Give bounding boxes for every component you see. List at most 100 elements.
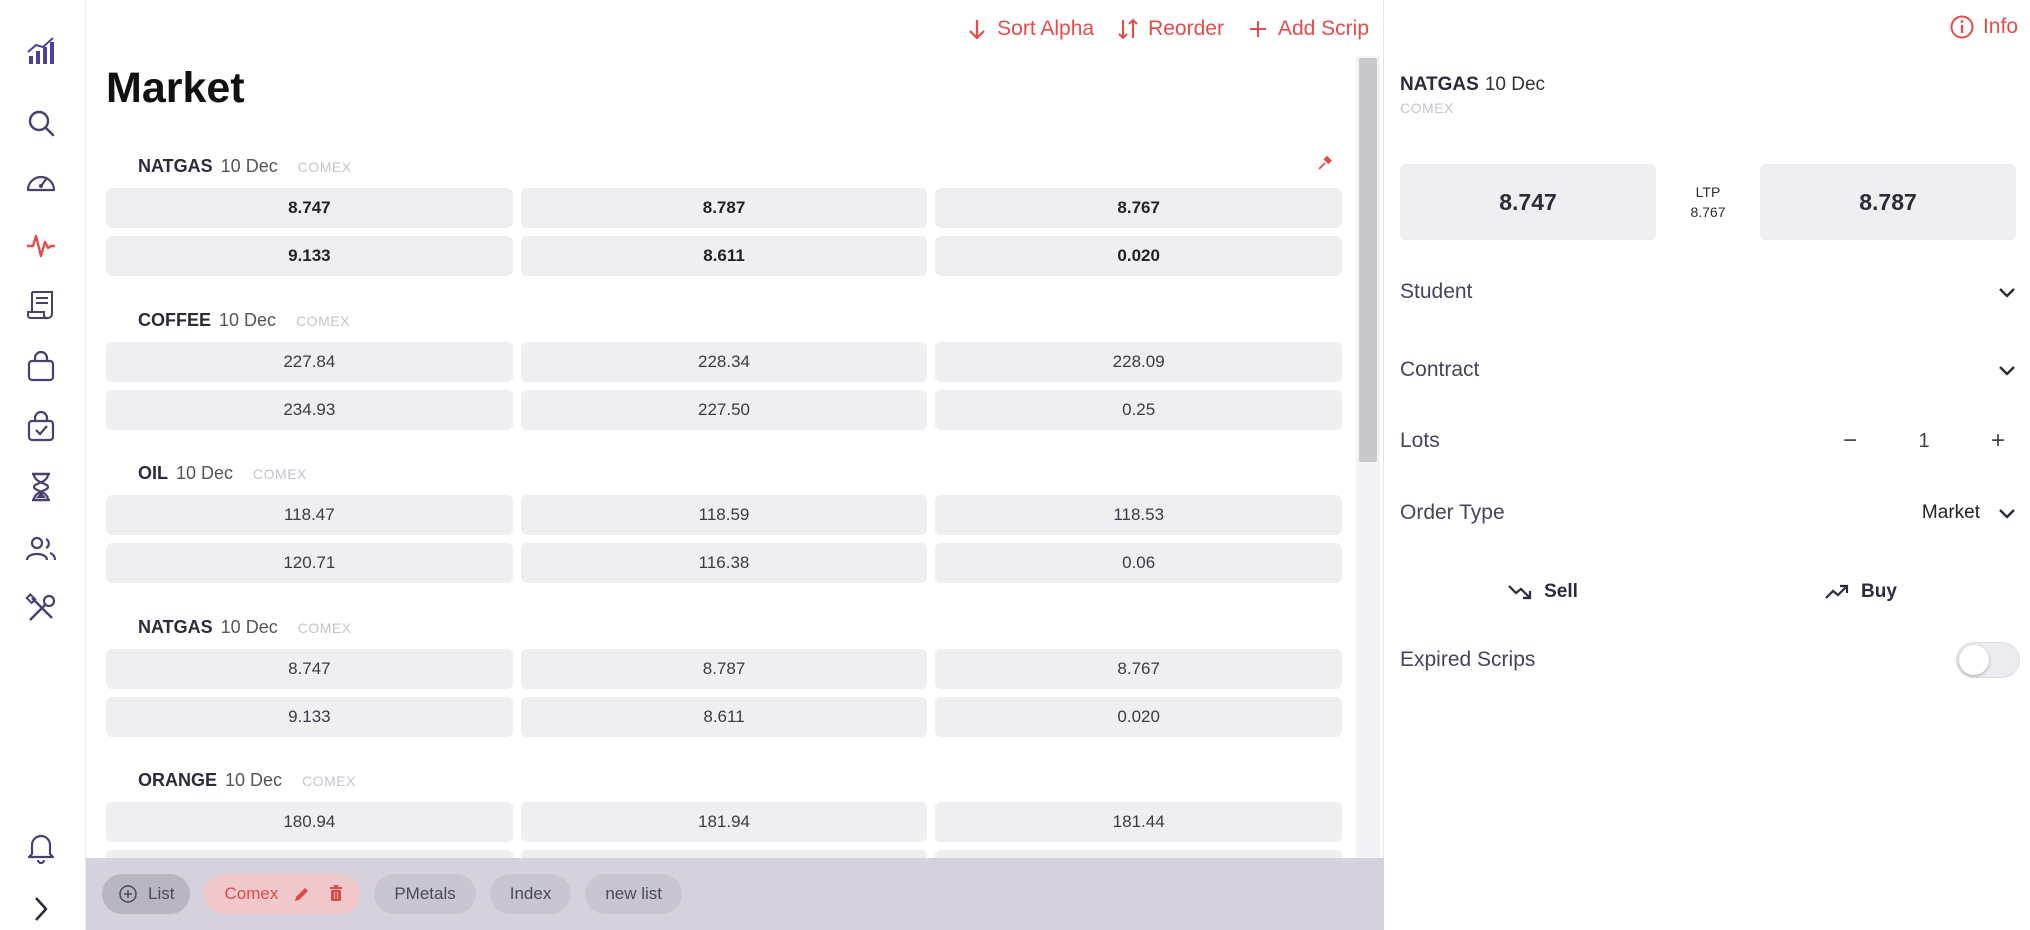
list-chip-comex[interactable]: Comex <box>204 874 361 914</box>
ltp-cell[interactable]: 228.09 <box>935 341 1342 382</box>
bell-icon <box>27 834 55 864</box>
ltp-cell[interactable]: 181.44 <box>935 802 1342 842</box>
activity-button[interactable] <box>18 222 64 268</box>
scrip-card[interactable]: OIL 10 Dec COMEX 118.47 118.59 118.53 12… <box>106 447 1342 601</box>
low-cell[interactable]: 8.611 <box>520 696 928 737</box>
change-cell[interactable]: 0.020 <box>935 236 1342 276</box>
chevron-down-icon[interactable] <box>1994 279 2020 305</box>
high-cell[interactable]: 234.93 <box>106 389 513 430</box>
expand-rail-button[interactable] <box>18 892 64 926</box>
add-list-label: List <box>148 884 175 903</box>
arrow-down-icon <box>969 20 985 40</box>
list-chip-new-list[interactable]: new list <box>585 874 683 914</box>
scrollbar-thumb[interactable] <box>1359 58 1377 462</box>
chevron-down-icon[interactable] <box>1994 357 2020 383</box>
ask-cell[interactable]: 118.59 <box>520 495 928 535</box>
pencil-icon[interactable] <box>292 884 312 904</box>
settings-button[interactable] <box>18 586 64 632</box>
search-icon <box>28 110 55 137</box>
trash-icon[interactable] <box>326 884 346 904</box>
ask-cell[interactable]: 181.94 <box>520 802 928 842</box>
low-cell[interactable]: 8.611 <box>520 236 928 276</box>
scrip-exchange: COMEX <box>297 619 352 636</box>
low-cell[interactable]: 227.50 <box>520 389 928 430</box>
list-chip-index[interactable]: Index <box>489 874 572 914</box>
high-cell[interactable]: 9.133 <box>106 236 513 276</box>
ask-price-box[interactable]: 8.787 <box>1760 164 2016 240</box>
ltp-cell[interactable]: 8.767 <box>935 648 1342 689</box>
scrip-symbol: ORANGE <box>138 770 218 790</box>
high-cell[interactable]: 120.71 <box>106 543 513 583</box>
bid-cell[interactable]: 8.747 <box>106 188 513 228</box>
quote-row: 118.47 118.59 118.53 <box>106 495 1342 535</box>
decrement-button[interactable]: − <box>1828 427 1872 455</box>
list-chip-label: Comex <box>224 884 279 903</box>
change-cell[interactable]: 0.25 <box>935 389 1342 430</box>
info-label: Info <box>1982 15 2018 38</box>
bid-price-box[interactable]: 8.747 <box>1400 164 1656 240</box>
speedometer-button[interactable] <box>18 160 64 206</box>
low-cell[interactable] <box>520 850 928 858</box>
users-button[interactable] <box>18 526 64 572</box>
tools-icon <box>25 593 56 621</box>
increment-button[interactable]: + <box>1976 427 2020 455</box>
positions-button[interactable] <box>18 404 64 450</box>
hourglass-icon <box>32 472 50 502</box>
ask-cell[interactable]: 8.787 <box>520 188 928 228</box>
add-list-button[interactable]: List <box>102 874 191 914</box>
high-cell[interactable] <box>106 850 513 858</box>
swap-vertical-icon <box>1118 18 1138 40</box>
plus-circle-icon <box>119 885 137 903</box>
bid-cell[interactable]: 8.747 <box>106 648 513 689</box>
scrip-card[interactable]: NATGAS 10 Dec COMEX 8.747 8.787 8.767 9.… <box>106 140 1342 294</box>
ltp-cell[interactable]: 118.53 <box>935 495 1342 535</box>
expired-scrips-toggle[interactable] <box>1956 642 2020 678</box>
student-select[interactable]: Student <box>1400 272 2020 312</box>
list-chip-pmetals[interactable]: PMetals <box>374 874 476 914</box>
selected-symbol: NATGAS <box>1400 74 1479 95</box>
scrip-expiry: 10 Dec <box>220 156 278 176</box>
lots-value[interactable]: 1 <box>1872 430 1976 453</box>
contract-select[interactable]: Contract <box>1400 350 2020 390</box>
orders-button[interactable] <box>18 282 64 328</box>
portfolio-button[interactable] <box>18 344 64 390</box>
market-toolbar: Sort Alpha Reorder Add Scrip <box>965 12 1369 46</box>
selected-expiry: 10 Dec <box>1484 74 1546 95</box>
history-button[interactable] <box>18 464 64 510</box>
low-cell[interactable]: 116.38 <box>520 543 928 583</box>
scrip-card[interactable]: ORANGE 10 Dec COMEX 180.94 181.94 181.44 <box>106 754 1342 858</box>
lots-label: Lots <box>1400 429 1440 452</box>
change-cell[interactable]: 0.020 <box>935 696 1342 737</box>
bid-cell[interactable]: 227.84 <box>106 341 513 382</box>
change-cell[interactable]: 0.06 <box>935 543 1342 583</box>
lots-field: Lots − 1 + <box>1400 421 2020 461</box>
add-scrip-button[interactable]: Add Scrip <box>1246 17 1369 41</box>
ltp-cell[interactable]: 8.767 <box>935 188 1342 228</box>
dashboard-button[interactable] <box>18 28 64 74</box>
scrip-header: ORANGE 10 Dec COMEX <box>138 770 356 791</box>
market-scrollbar[interactable] <box>1356 56 1380 858</box>
info-icon <box>1950 15 1974 39</box>
change-cell[interactable] <box>935 850 1342 858</box>
list-chip-label: PMetals <box>394 884 456 903</box>
scrip-symbol: COFFEE <box>138 309 212 330</box>
pin-icon[interactable] <box>1316 154 1334 172</box>
bid-cell[interactable]: 118.47 <box>106 495 513 535</box>
info-button[interactable]: Info <box>1949 14 2018 40</box>
ask-cell[interactable]: 228.34 <box>520 341 928 382</box>
scrip-card[interactable]: NATGAS 10 Dec COMEX 8.747 8.787 8.767 9.… <box>106 601 1342 755</box>
buy-button[interactable]: Buy <box>1710 578 2010 606</box>
scrip-list: NATGAS 10 Dec COMEX 8.747 8.787 8.767 9.… <box>106 140 1342 858</box>
reorder-button[interactable]: Reorder <box>1116 17 1224 41</box>
sort-alpha-button[interactable]: Sort Alpha <box>965 17 1094 41</box>
sell-button[interactable]: Sell <box>1392 578 1692 606</box>
high-cell[interactable]: 9.133 <box>106 696 513 737</box>
order-type-select[interactable]: Market <box>1922 500 2020 526</box>
search-button[interactable] <box>18 100 64 146</box>
ask-cell[interactable]: 8.787 <box>520 648 928 689</box>
scrip-card[interactable]: COFFEE 10 Dec COMEX 227.84 228.34 228.09… <box>106 294 1342 448</box>
buy-label: Buy <box>1861 581 1897 602</box>
notifications-button[interactable] <box>18 824 64 870</box>
scrip-expiry: 10 Dec <box>220 616 278 637</box>
bid-cell[interactable]: 180.94 <box>106 802 513 842</box>
